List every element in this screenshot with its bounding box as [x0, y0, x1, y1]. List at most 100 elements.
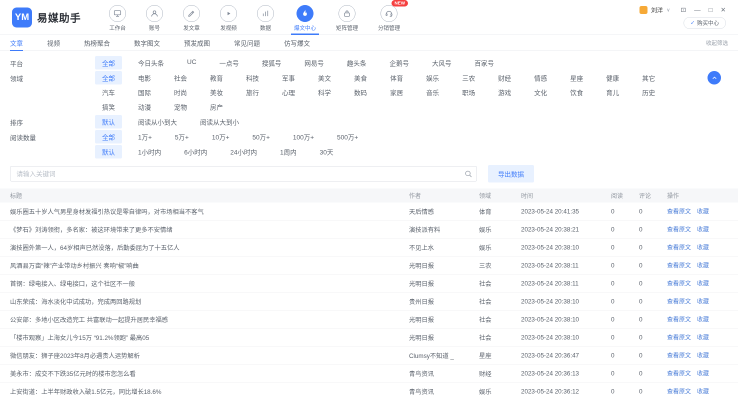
filter-chip[interactable]: 历史	[635, 86, 662, 100]
filter-chip[interactable]: 美文	[311, 71, 338, 85]
filter-chip[interactable]: 1万+	[131, 130, 159, 144]
nav-item-matrix[interactable]: 矩阵管理	[336, 0, 358, 35]
tab-0[interactable]: 文章	[10, 35, 23, 51]
filter-chip[interactable]: 阅读从小到大	[131, 115, 184, 129]
filter-chip[interactable]: 数码	[347, 86, 374, 100]
filter-chip[interactable]: 情感	[527, 71, 554, 85]
filter-chip[interactable]: 星座	[563, 71, 590, 85]
filter-chip[interactable]: 趣头条	[340, 56, 374, 70]
filter-chip[interactable]: 1小时内	[131, 145, 168, 159]
search-input[interactable]	[10, 166, 477, 182]
filter-chip[interactable]: 30天	[313, 145, 341, 159]
filter-chip[interactable]: 6小时内	[177, 145, 214, 159]
filter-chip[interactable]: 财经	[491, 71, 518, 85]
filter-chip[interactable]: 音乐	[419, 86, 446, 100]
view-original-link[interactable]: 查看原文	[667, 279, 691, 288]
export-data-button[interactable]: 导出数据	[488, 165, 534, 183]
filter-chip[interactable]: 科学	[311, 86, 338, 100]
filter-chip[interactable]: 全部	[95, 71, 122, 85]
filter-chip[interactable]: 50万+	[245, 130, 277, 144]
favorite-link[interactable]: 收藏	[697, 369, 709, 378]
filter-chip[interactable]: 默认	[95, 145, 122, 159]
tab-6[interactable]: 仿写爆文	[284, 35, 310, 51]
nav-item-flame[interactable]: 爆文中心	[294, 0, 316, 35]
filter-chip[interactable]: 职场	[455, 86, 482, 100]
filter-chip[interactable]: 家居	[383, 86, 410, 100]
tab-5[interactable]: 常见问题	[234, 35, 260, 51]
close-icon[interactable]: ✕	[721, 7, 726, 14]
filter-chip[interactable]: 5万+	[168, 130, 196, 144]
filter-chip[interactable]: 阅读从大到小	[193, 115, 246, 129]
filter-chip[interactable]: 房产	[203, 100, 230, 114]
tab-2[interactable]: 热榜聚合	[84, 35, 110, 51]
filter-chip[interactable]: 今日头条	[131, 56, 171, 70]
filter-chip[interactable]: 三农	[455, 71, 482, 85]
filter-chip[interactable]: 企鹅号	[382, 56, 416, 70]
filter-chip[interactable]: 百家号	[467, 56, 501, 70]
filter-chip[interactable]: 宠物	[167, 100, 194, 114]
filter-chip[interactable]: 游戏	[491, 86, 518, 100]
view-original-link[interactable]: 查看原文	[667, 351, 691, 360]
filter-chip[interactable]: 汽车	[95, 86, 122, 100]
favorite-link[interactable]: 收藏	[697, 351, 709, 360]
filter-chip[interactable]: 饮食	[563, 86, 590, 100]
filter-chip[interactable]: 500万+	[330, 130, 365, 144]
favorite-link[interactable]: 收藏	[697, 243, 709, 252]
filter-chip[interactable]: 健康	[599, 71, 626, 85]
filter-chip[interactable]: UC	[180, 56, 203, 70]
filter-chip[interactable]: 美妆	[203, 86, 230, 100]
filter-chip[interactable]: 心理	[275, 86, 302, 100]
view-original-link[interactable]: 查看原文	[667, 297, 691, 306]
collapse-categories-button[interactable]	[708, 71, 722, 85]
collapse-filters-link[interactable]: 收起筛选	[706, 39, 728, 47]
filter-chip[interactable]: 军事	[275, 71, 302, 85]
filter-chip[interactable]: 社会	[167, 71, 194, 85]
tab-4[interactable]: 预发成图	[184, 35, 210, 51]
view-original-link[interactable]: 查看原文	[667, 243, 691, 252]
view-original-link[interactable]: 查看原文	[667, 333, 691, 342]
filter-chip[interactable]: 时尚	[167, 86, 194, 100]
favorite-link[interactable]: 收藏	[697, 297, 709, 306]
filter-chip[interactable]: 娱乐	[419, 71, 446, 85]
filter-chip[interactable]: 全部	[95, 130, 122, 144]
filter-chip[interactable]: 10万+	[205, 130, 237, 144]
theme-icon[interactable]: ⊡	[681, 7, 686, 14]
filter-chip[interactable]: 搞笑	[95, 100, 122, 114]
filter-chip[interactable]: 网易号	[297, 56, 331, 70]
filter-chip[interactable]: 大风号	[425, 56, 459, 70]
filter-chip[interactable]: 搜狐号	[255, 56, 289, 70]
nav-item-publish-video[interactable]: 发视频	[220, 0, 237, 35]
favorite-link[interactable]: 收藏	[697, 279, 709, 288]
nav-item-workbench[interactable]: 工作台	[109, 0, 126, 35]
maximize-icon[interactable]: □	[709, 7, 713, 14]
view-original-link[interactable]: 查看原文	[667, 207, 691, 216]
favorite-link[interactable]: 收藏	[697, 387, 709, 396]
filter-chip[interactable]: 科技	[239, 71, 266, 85]
nav-item-publish-article[interactable]: 发文章	[183, 0, 200, 35]
favorite-link[interactable]: 收藏	[697, 261, 709, 270]
filter-chip[interactable]: 默认	[95, 115, 122, 129]
filter-chip[interactable]: 24小时内	[223, 145, 264, 159]
filter-chip[interactable]: 电影	[131, 71, 158, 85]
nav-item-account[interactable]: 账号	[146, 0, 163, 35]
view-original-link[interactable]: 查看原文	[667, 387, 691, 396]
view-original-link[interactable]: 查看原文	[667, 315, 691, 324]
filter-chip[interactable]: 育儿	[599, 86, 626, 100]
filter-chip[interactable]: 体育	[383, 71, 410, 85]
filter-chip[interactable]: 动漫	[131, 100, 158, 114]
favorite-link[interactable]: 收藏	[697, 207, 709, 216]
favorite-link[interactable]: 收藏	[697, 315, 709, 324]
filter-chip[interactable]: 全部	[95, 56, 122, 70]
search-icon[interactable]	[464, 170, 473, 181]
chevron-down-icon[interactable]: ∨	[667, 7, 671, 13]
view-original-link[interactable]: 查看原文	[667, 225, 691, 234]
favorite-link[interactable]: 收藏	[697, 333, 709, 342]
tab-3[interactable]: 数字图文	[134, 35, 160, 51]
favorite-link[interactable]: 收藏	[697, 225, 709, 234]
nav-item-distribution[interactable]: 分销管理NEW	[378, 0, 400, 35]
filter-chip[interactable]: 旅行	[239, 86, 266, 100]
view-original-link[interactable]: 查看原文	[667, 261, 691, 270]
minimize-icon[interactable]: —	[694, 7, 701, 14]
filter-chip[interactable]: 一点号	[212, 56, 246, 70]
buy-center-button[interactable]: ✓ 购买中心	[683, 17, 726, 29]
